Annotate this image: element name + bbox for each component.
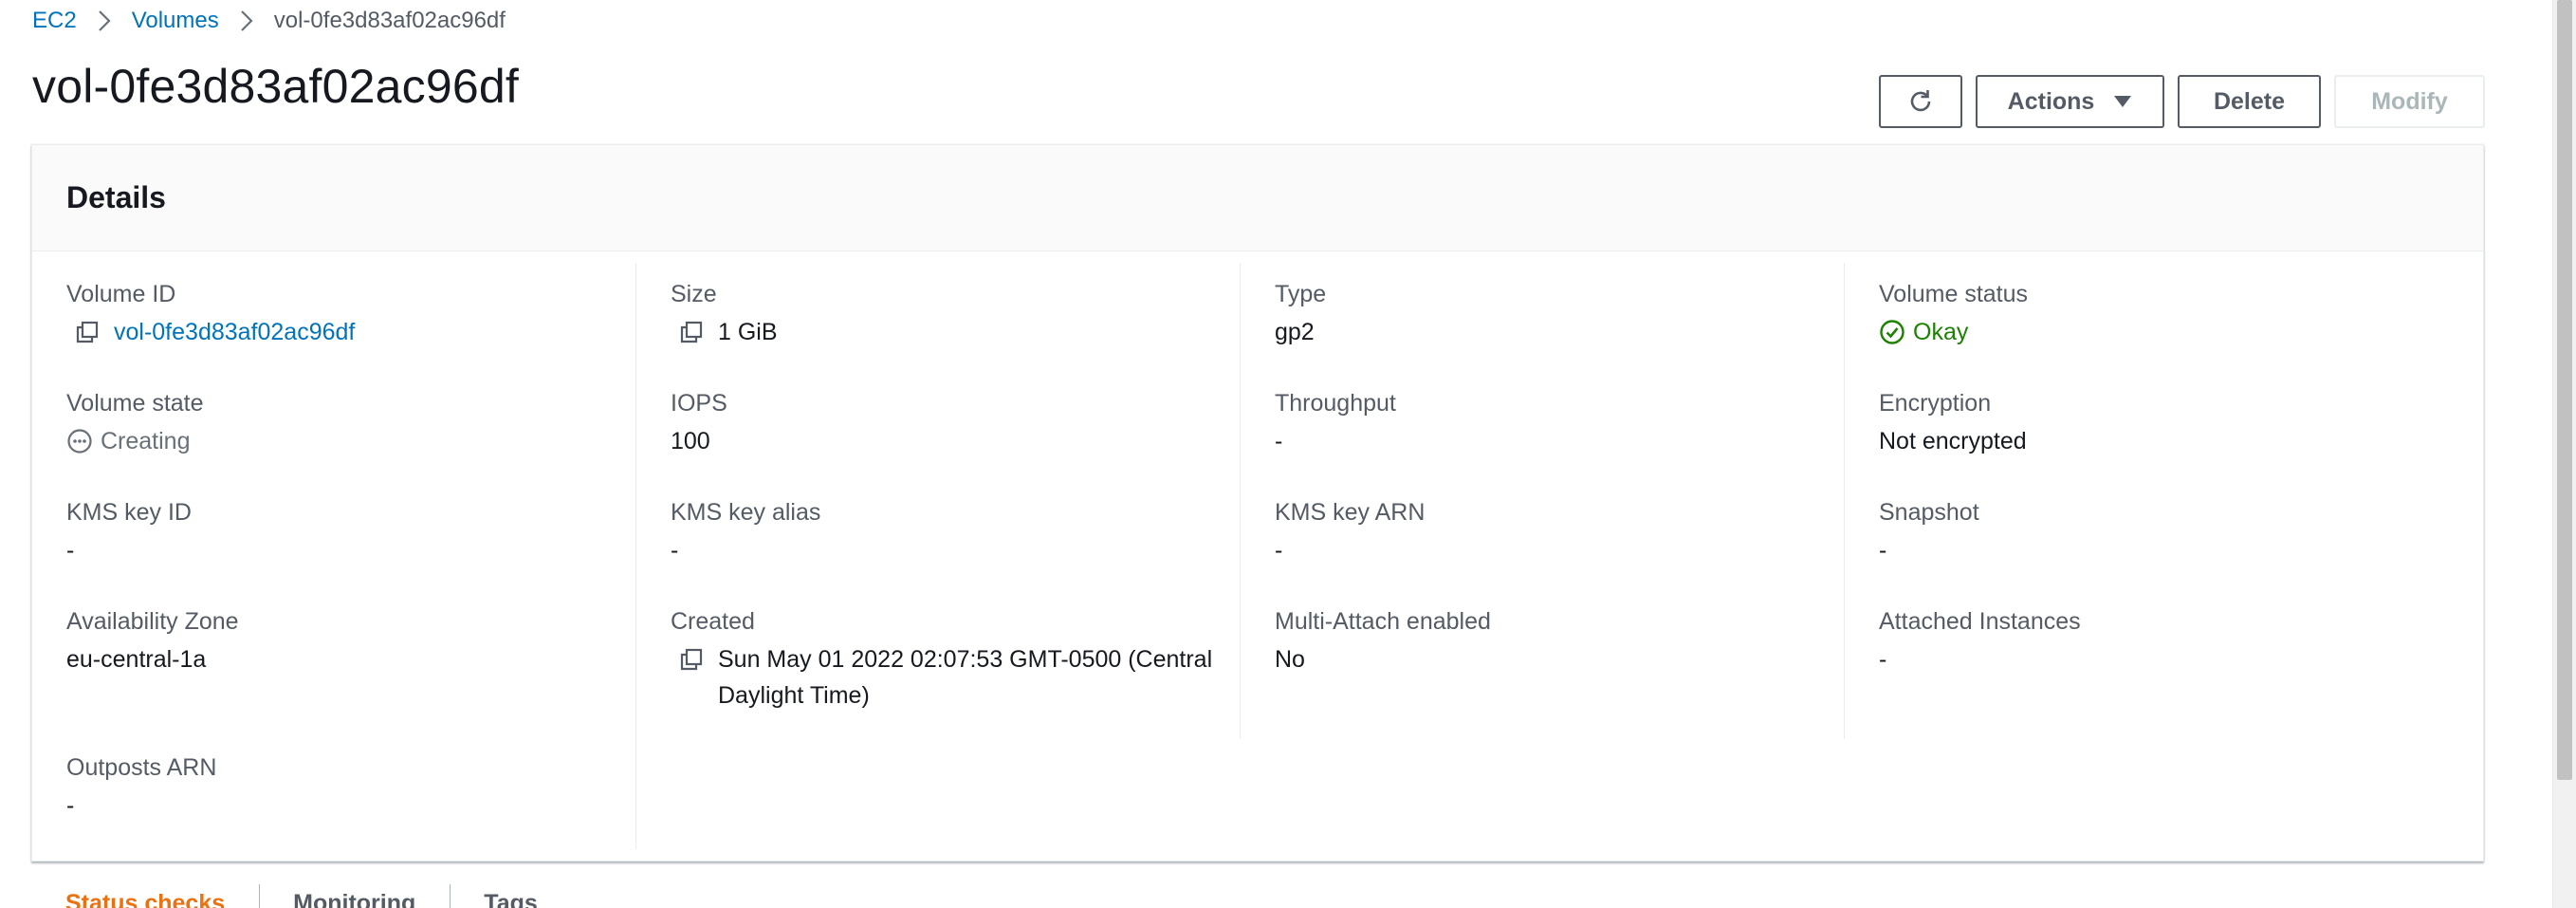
details-column-2: Size 1 GiB IOPS 100 KMS key alias - Crea… — [636, 251, 1241, 862]
field-label: Volume ID — [66, 281, 176, 307]
chevron-right-icon — [219, 9, 274, 32]
details-column-4: Volume status Okay Encryption Not encryp… — [1845, 251, 2449, 862]
field-value: No — [1275, 646, 1305, 673]
field-label: Volume state — [66, 390, 204, 417]
copy-icon[interactable] — [678, 641, 705, 677]
volume-state-value: Creating — [101, 428, 191, 454]
tab-status-checks[interactable]: Status checks — [31, 884, 259, 908]
volume-state-status: Creating — [66, 423, 191, 459]
breadcrumb: EC2 Volumes vol-0fe3d83af02ac96df — [32, 0, 506, 42]
field-encryption: Encryption Not encrypted — [1879, 389, 2449, 498]
field-label: Multi-Attach enabled — [1275, 608, 1491, 635]
field-attached-instances: Attached Instances - — [1879, 607, 2449, 753]
field-label: IOPS — [671, 390, 727, 417]
field-kms-key-id: KMS key ID - — [66, 498, 636, 607]
field-kms-key-arn: KMS key ARN - — [1275, 498, 1845, 607]
field-value: eu-central-1a — [66, 646, 207, 673]
volume-status-value: Okay — [1913, 319, 1969, 345]
field-outposts-arn: Outposts ARN - — [66, 753, 636, 862]
refresh-icon — [1906, 87, 1935, 116]
field-type: Type gp2 — [1275, 280, 1845, 389]
field-label: KMS key ARN — [1275, 499, 1426, 526]
volume-status-indicator: Okay — [1879, 314, 1968, 350]
field-created: Created Sun May 01 2022 02:07:53 GMT-050… — [671, 607, 1241, 753]
details-columns: Volume ID vol-0fe3d83af02ac96df Volume s… — [32, 251, 2483, 862]
field-label: Throughput — [1275, 390, 1396, 417]
actions-button-label: Actions — [2007, 87, 2095, 115]
field-label: Size — [671, 281, 717, 307]
detail-tabs: Status checks Monitoring Tags — [31, 884, 572, 908]
breadcrumb-volumes-link[interactable]: Volumes — [132, 8, 219, 34]
field-value: - — [1879, 646, 1887, 673]
field-throughput: Throughput - — [1275, 389, 1845, 498]
field-volume-state: Volume state Creating — [66, 389, 636, 498]
caret-down-icon — [2113, 95, 2132, 108]
field-value: Okay — [1879, 314, 2449, 350]
field-label: Snapshot — [1879, 499, 1979, 526]
page-title: vol-0fe3d83af02ac96df — [32, 60, 519, 113]
field-multi-attach: Multi-Attach enabled No — [1275, 607, 1845, 753]
field-value: - — [671, 537, 679, 564]
field-kms-key-alias: KMS key alias - — [671, 498, 1241, 607]
details-column-3: Type gp2 Throughput - KMS key ARN - Mult… — [1241, 251, 1845, 862]
copy-icon[interactable] — [678, 314, 705, 350]
field-label: Availability Zone — [66, 608, 239, 635]
field-value: gp2 — [1275, 319, 1315, 345]
field-label: Type — [1275, 281, 1327, 307]
breadcrumb-ec2-link[interactable]: EC2 — [32, 8, 77, 34]
page: EC2 Volumes vol-0fe3d83af02ac96df vol-0f… — [0, 0, 2576, 908]
created-value: Sun May 01 2022 02:07:53 GMT-0500 (Centr… — [718, 646, 1213, 709]
tab-monitoring[interactable]: Monitoring — [259, 884, 450, 908]
field-value: Sun May 01 2022 02:07:53 GMT-0500 (Centr… — [636, 641, 1241, 713]
field-size: Size 1 GiB — [671, 280, 1241, 389]
field-label: KMS key alias — [671, 499, 821, 526]
field-value: vol-0fe3d83af02ac96df — [66, 314, 636, 350]
chevron-right-icon — [77, 9, 132, 32]
delete-button[interactable]: Delete — [2178, 75, 2321, 128]
field-label: KMS key ID — [66, 499, 192, 526]
ellipsis-circle-icon — [66, 428, 93, 454]
volume-id-link[interactable]: vol-0fe3d83af02ac96df — [114, 314, 355, 350]
check-circle-icon — [1879, 319, 1905, 345]
tab-tags[interactable]: Tags — [450, 884, 572, 908]
field-value: 1 GiB — [671, 314, 1241, 350]
field-label: Attached Instances — [1879, 608, 2081, 635]
field-value: Not encrypted — [1879, 428, 2027, 454]
field-value: Creating — [66, 423, 636, 459]
field-value: - — [66, 792, 75, 819]
details-panel-title: Details — [66, 180, 166, 214]
field-availability-zone: Availability Zone eu-central-1a — [66, 607, 636, 753]
details-column-1: Volume ID vol-0fe3d83af02ac96df Volume s… — [32, 251, 636, 862]
header-actions: Actions Delete Modify — [1879, 75, 2485, 128]
scrollbar-thumb[interactable] — [2557, 0, 2572, 780]
modify-button[interactable]: Modify — [2334, 75, 2485, 128]
size-value: 1 GiB — [718, 319, 778, 345]
breadcrumb-current: vol-0fe3d83af02ac96df — [273, 8, 506, 33]
actions-dropdown-button[interactable]: Actions — [1976, 75, 2164, 128]
field-snapshot: Snapshot - — [1879, 498, 2449, 607]
field-iops: IOPS 100 — [671, 389, 1241, 498]
field-value: 100 — [671, 428, 710, 454]
field-volume-status: Volume status Okay — [1879, 280, 2449, 389]
field-value: - — [1275, 537, 1283, 564]
field-volume-id: Volume ID vol-0fe3d83af02ac96df — [66, 280, 636, 389]
copy-icon[interactable] — [74, 314, 101, 350]
details-panel-header: Details — [32, 145, 2483, 251]
field-label: Created — [671, 608, 755, 635]
vertical-scrollbar[interactable] — [2552, 0, 2576, 908]
field-label: Encryption — [1879, 390, 1992, 417]
field-value: - — [1879, 537, 1887, 564]
details-panel: Details Volume ID vol-0fe3d83af02ac96df … — [31, 144, 2484, 862]
field-value: - — [66, 537, 75, 564]
field-value: - — [1275, 428, 1283, 454]
refresh-button[interactable] — [1879, 75, 1962, 128]
field-label: Volume status — [1879, 281, 2029, 307]
field-label: Outposts ARN — [66, 754, 217, 781]
